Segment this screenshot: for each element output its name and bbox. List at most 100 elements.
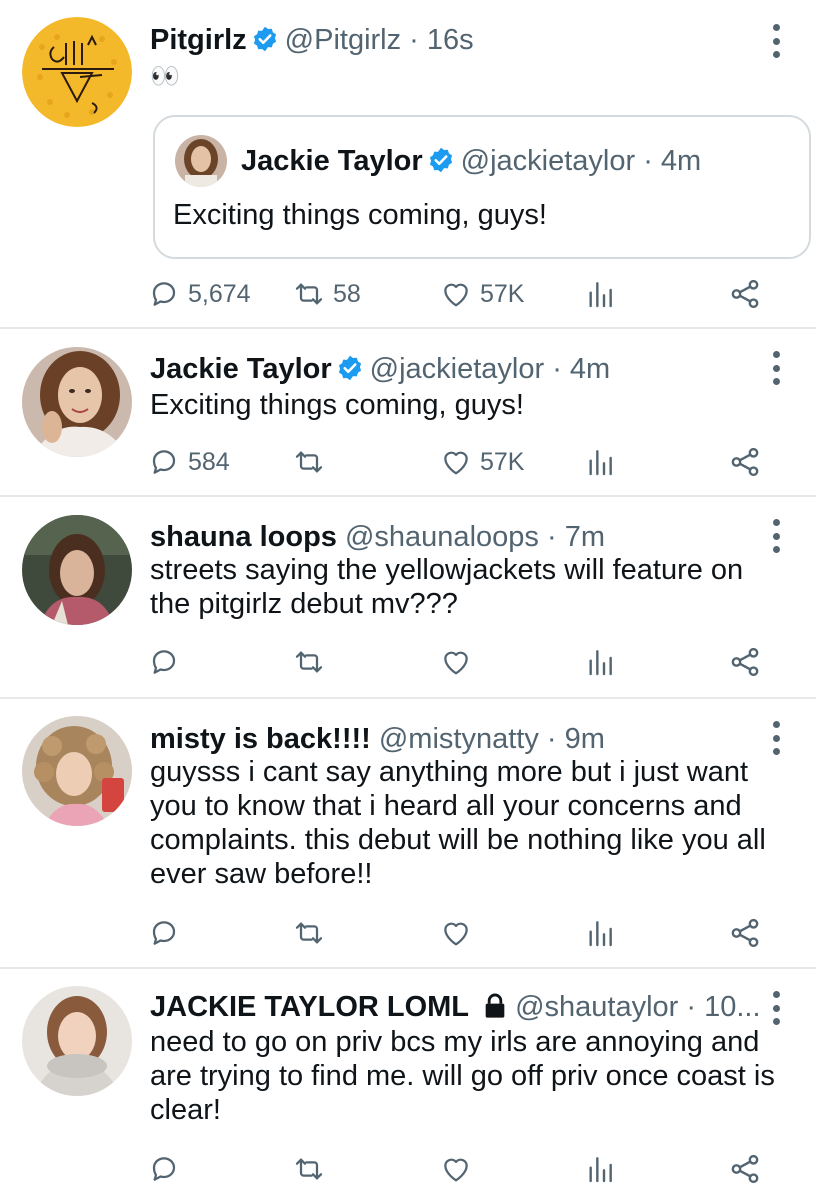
- share-icon: [731, 918, 759, 948]
- tweet-text: guysss i cant say anything more but i ju…: [150, 756, 766, 890]
- like-icon: [444, 283, 468, 307]
- avatar-pitgirlz[interactable]: [22, 17, 132, 127]
- analytics-button[interactable]: [584, 1149, 616, 1189]
- analytics-icon: [589, 282, 612, 308]
- tweet-shautaylor[interactable]: JACKIE TAYLOR LOML @shautaylor · 10... n…: [0, 969, 816, 1200]
- separator-dot: ·: [678, 991, 705, 1023]
- tweet-text: streets saying the yellowjackets will fe…: [150, 554, 744, 620]
- tweet-header: shauna loops @shaunaloops · 7m: [150, 519, 756, 555]
- author-name[interactable]: JACKIE TAYLOR LOML: [150, 991, 469, 1023]
- reply-button[interactable]: [148, 642, 180, 682]
- analytics-icon: [589, 450, 612, 476]
- more-icon[interactable]: [770, 519, 782, 553]
- retweet-button[interactable]: 58: [293, 274, 361, 314]
- tweet-text: 👀: [150, 63, 180, 90]
- retweet-icon: [295, 922, 323, 944]
- share-button[interactable]: [728, 642, 762, 682]
- like-icon: [444, 922, 468, 946]
- reply-button[interactable]: [148, 913, 180, 953]
- share-icon: [731, 447, 759, 477]
- share-button[interactable]: [728, 274, 762, 314]
- retweet-icon: [295, 451, 323, 473]
- separator-dot: ·: [635, 145, 661, 177]
- author-handle[interactable]: @jackietaylor: [370, 353, 545, 385]
- retweet-icon: [295, 1158, 323, 1180]
- like-count: 57K: [480, 279, 525, 308]
- tweet-header: JACKIE TAYLOR LOML @shautaylor · 10...: [150, 989, 766, 1029]
- tweet-actions: 5,674 58 57K: [148, 274, 788, 314]
- share-button[interactable]: [728, 442, 762, 482]
- tweet-actions: [148, 1149, 788, 1189]
- reply-icon: [152, 650, 176, 674]
- tweet-text: need to go on priv bcs my irls are annoy…: [150, 1026, 775, 1126]
- tweet-mistynatty[interactable]: misty is back!!!! @mistynatty · 9m guyss…: [0, 699, 816, 967]
- analytics-button[interactable]: [584, 442, 616, 482]
- share-button[interactable]: [728, 1149, 762, 1189]
- analytics-icon: [589, 650, 612, 676]
- more-icon[interactable]: [770, 24, 782, 58]
- reply-button[interactable]: [148, 1149, 180, 1189]
- author-name[interactable]: misty is back!!!!: [150, 723, 371, 755]
- timestamp[interactable]: 7m: [565, 521, 605, 553]
- retweet-icon: [295, 651, 323, 673]
- retweet-count: 58: [333, 279, 361, 308]
- tweet-jackietaylor[interactable]: Jackie Taylor @jackietaylor · 4m Exciting…: [0, 329, 816, 495]
- verified-badge-icon: [251, 25, 279, 62]
- author-handle[interactable]: @shaunaloops: [345, 521, 539, 553]
- verified-badge-icon: [336, 354, 364, 391]
- reply-button[interactable]: 584: [148, 442, 230, 482]
- separator-dot: ·: [401, 24, 427, 56]
- analytics-button[interactable]: [584, 274, 616, 314]
- separator-dot: ·: [544, 353, 570, 385]
- retweet-button[interactable]: [293, 913, 325, 953]
- analytics-icon: [589, 921, 612, 947]
- analytics-button[interactable]: [584, 642, 616, 682]
- author-name[interactable]: Jackie Taylor: [150, 353, 332, 385]
- quoted-timestamp: 4m: [660, 145, 702, 177]
- author-name[interactable]: Pitgirlz: [150, 24, 247, 56]
- tweet-header: Jackie Taylor @jackietaylor · 4m: [150, 351, 756, 391]
- like-icon: [444, 1158, 468, 1182]
- tweet-pitgirlz[interactable]: Pitgirlz @Pitgirlz · 16s 👀 Jackie Taylor @…: [0, 0, 816, 328]
- author-name[interactable]: shauna loops: [150, 521, 337, 553]
- tweet-actions: [148, 642, 788, 682]
- avatar-jackietaylor-small: [175, 135, 227, 187]
- quoted-tweet[interactable]: Jackie Taylor @jackietaylor · 4m Exciting…: [153, 115, 811, 259]
- separator-dot: ·: [538, 521, 565, 553]
- retweet-button[interactable]: [293, 442, 325, 482]
- tweet-actions: 584 57K: [148, 442, 788, 482]
- retweet-button[interactable]: [293, 1149, 325, 1189]
- avatar-jackietaylor[interactable]: [22, 347, 132, 457]
- tweet-shaunaloops[interactable]: shauna loops @shaunaloops · 7m streets s…: [0, 497, 816, 697]
- share-icon: [731, 279, 759, 309]
- reply-count: 5,674: [188, 279, 251, 308]
- author-handle[interactable]: @shautaylor: [515, 991, 678, 1023]
- like-button[interactable]: 57K: [440, 274, 524, 314]
- avatar-shaunaloops[interactable]: [22, 515, 132, 625]
- like-button[interactable]: [440, 1149, 472, 1189]
- quoted-tweet-text: Exciting things coming, guys!: [173, 199, 547, 231]
- author-handle[interactable]: @mistynatty: [379, 723, 539, 755]
- more-icon[interactable]: [770, 351, 782, 385]
- retweet-button[interactable]: [293, 642, 325, 682]
- timestamp[interactable]: 16s: [427, 24, 474, 56]
- like-button[interactable]: 57K: [440, 442, 524, 482]
- avatar-shautaylor[interactable]: [22, 986, 132, 1096]
- analytics-button[interactable]: [584, 913, 616, 953]
- quoted-author-name[interactable]: Jackie Taylor: [241, 145, 423, 177]
- verified-badge-icon: [427, 146, 455, 183]
- reply-icon: [152, 921, 176, 945]
- more-icon[interactable]: [770, 991, 782, 1025]
- author-handle[interactable]: @Pitgirlz: [285, 24, 401, 56]
- timestamp[interactable]: 4m: [570, 353, 610, 385]
- like-button[interactable]: [440, 642, 472, 682]
- timestamp[interactable]: 10...: [704, 991, 760, 1023]
- share-button[interactable]: [728, 913, 762, 953]
- lock-icon: [481, 992, 509, 1029]
- timestamp[interactable]: 9m: [565, 723, 605, 755]
- more-icon[interactable]: [770, 721, 782, 755]
- avatar-mistynatty[interactable]: [22, 716, 132, 826]
- reply-button[interactable]: 5,674: [148, 274, 251, 314]
- reply-icon: [152, 282, 176, 306]
- like-button[interactable]: [440, 913, 472, 953]
